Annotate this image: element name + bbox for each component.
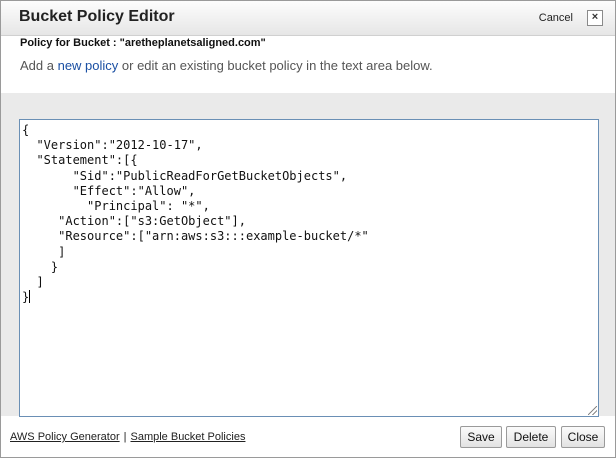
intro-text-before: Add a — [20, 58, 58, 73]
sample-bucket-policies-link[interactable]: Sample Bucket Policies — [131, 431, 246, 443]
policy-line: "Sid":"PublicReadForGetBucketObjects", — [22, 168, 348, 183]
footer-link-separator: | — [123, 431, 127, 443]
footer-links: AWS Policy Generator | Sample Bucket Polic… — [10, 431, 245, 443]
text-caret — [29, 290, 31, 304]
policy-line: "Resource":["arn:aws:s3:::example-bucket… — [22, 229, 369, 244]
policy-line: "Statement":[{ — [22, 153, 138, 168]
new-policy-link[interactable]: new policy — [58, 58, 119, 73]
intro-text-after: or edit an existing bucket policy in the… — [118, 58, 433, 73]
resize-grip-icon[interactable] — [588, 406, 597, 415]
policy-line: ] — [22, 244, 66, 259]
policy-line: { — [22, 123, 30, 137]
policy-line: "Version":"2012-10-17", — [22, 138, 203, 153]
policy-text-area[interactable]: { "Version":"2012-10-17", "Statement":[{… — [19, 119, 599, 417]
save-button[interactable]: Save — [460, 426, 502, 448]
policy-bucket-label: Policy for Bucket : "aretheplanetsaligne… — [20, 37, 266, 49]
dialog-title: Bucket Policy Editor — [19, 8, 175, 25]
intro-text: Add a new policy or edit an existing buc… — [20, 58, 433, 73]
policy-line: "Effect":"Allow", — [22, 183, 196, 198]
dialog-titlebar: Bucket Policy Editor Cancel × — [1, 1, 615, 36]
policy-line: "Principal": "*", — [22, 198, 210, 213]
policy-line: "Action":["s3:GetObject"], — [22, 214, 246, 229]
policy-line-last: } — [22, 290, 598, 305]
aws-policy-generator-link[interactable]: AWS Policy Generator — [10, 431, 120, 443]
close-button[interactable]: Close — [561, 426, 605, 448]
policy-line: ] — [22, 274, 44, 289]
delete-button[interactable]: Delete — [506, 426, 556, 448]
close-icon[interactable]: × — [587, 10, 603, 26]
bucket-policy-editor-dialog: Bucket Policy Editor Cancel × Policy for… — [0, 0, 616, 458]
policy-line: } — [22, 259, 59, 274]
policy-line-text: } — [22, 290, 30, 305]
cancel-link[interactable]: Cancel — [539, 12, 573, 24]
